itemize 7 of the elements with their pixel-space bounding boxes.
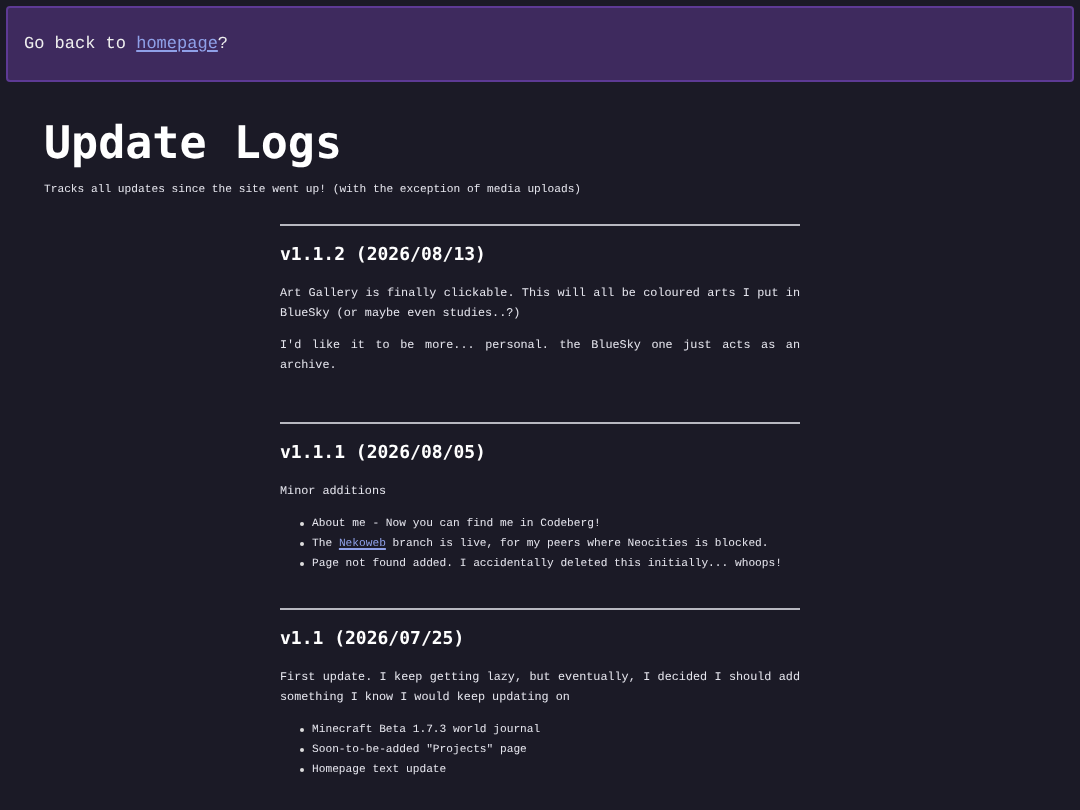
page-title: Update Logs xyxy=(44,116,345,172)
version-heading: v1.1.2 (2026/08/13) xyxy=(280,246,488,266)
version-heading: v1.1.1 (2026/08/05) xyxy=(280,444,488,464)
text-link[interactable]: homepage xyxy=(136,34,218,54)
version-heading: v1.1 (2026/07/25) xyxy=(280,630,467,650)
banner-text: Go back to xyxy=(24,34,129,54)
banner-text: ? xyxy=(217,34,229,54)
